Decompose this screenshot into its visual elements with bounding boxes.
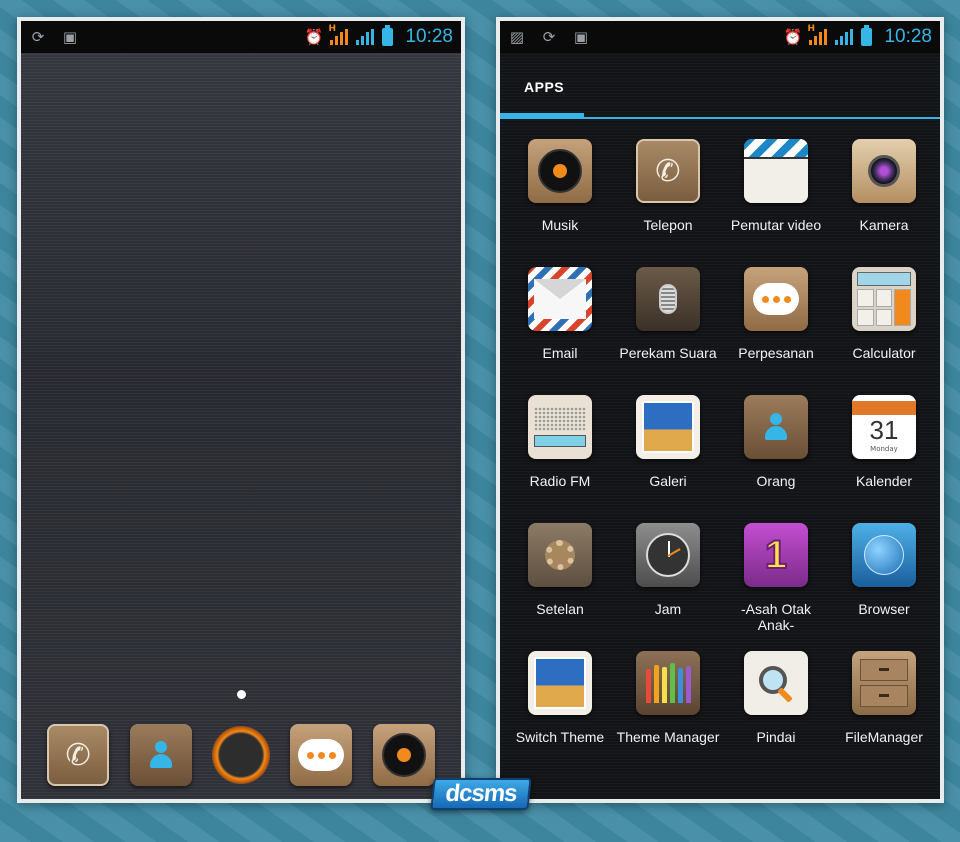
signal-sim1-icon: H (328, 24, 349, 45)
app-pemutar-video[interactable]: Pemutar video (722, 139, 830, 267)
calendar-day-number: 31 (869, 415, 899, 445)
app-label: Browser (858, 601, 910, 617)
phone-icon: ✆ (636, 139, 700, 203)
sync-icon: ⟳ (31, 28, 45, 46)
calculator-icon (852, 267, 916, 331)
app-radio-fm[interactable]: Radio FM (506, 395, 614, 523)
home-screen-phone: ⟳ ▣ ⏰ H 10:28 ✆ (17, 17, 465, 803)
status-clock: 10:28 (405, 26, 453, 47)
signal-sim2-icon (356, 29, 375, 45)
app-label: Radio FM (529, 473, 591, 489)
contacts-icon (744, 395, 808, 459)
app-label: -Asah Otak Anak- (740, 601, 812, 633)
app-label: Orang (756, 473, 796, 489)
app-calculator[interactable]: Calculator (830, 267, 938, 395)
messaging-icon (744, 267, 808, 331)
app-jam[interactable]: Jam (614, 523, 722, 651)
clock-icon (636, 523, 700, 587)
app-grid: Musik ✆ Telepon Pemutar video Kamera Ema… (506, 139, 938, 779)
settings-icon (528, 523, 592, 587)
app-kalender[interactable]: 31 Monday Kalender (830, 395, 938, 523)
app-label: Theme Manager (616, 729, 720, 745)
blackberry-messenger-icon: ▣ (62, 28, 78, 46)
theme-manager-icon (636, 651, 700, 715)
music-icon (528, 139, 592, 203)
switch-theme-icon (528, 651, 592, 715)
camera-icon (852, 139, 916, 203)
app-setelan[interactable]: Setelan (506, 523, 614, 651)
dock-phone-icon[interactable]: ✆ (47, 724, 110, 786)
app-label: Pindai (756, 729, 796, 745)
app-label: Jam (654, 601, 682, 617)
gallery-icon (636, 395, 700, 459)
signal-sim1-icon: H (807, 24, 828, 45)
status-bar: ▨ ⟳ ▣ ⏰ H 10:28 (500, 21, 940, 53)
dcsms-watermark-logo: dcsms (430, 778, 532, 810)
blackberry-messenger-icon: ▣ (573, 28, 589, 46)
network-type-label: H (807, 24, 815, 34)
app-asah-otak-anak[interactable]: 1 -Asah Otak Anak- (722, 523, 830, 651)
app-label: FileManager (845, 729, 923, 745)
app-kamera[interactable]: Kamera (830, 139, 938, 267)
scan-icon (744, 651, 808, 715)
video-player-icon (744, 139, 808, 203)
app-galeri[interactable]: Galeri (614, 395, 722, 523)
app-label: Galeri (649, 473, 687, 489)
app-label: Musik (541, 217, 579, 233)
app-email[interactable]: Email (506, 267, 614, 395)
page-indicator-dot (237, 690, 246, 699)
battery-icon (382, 25, 394, 46)
status-clock: 10:28 (884, 26, 932, 47)
app-label: Perekam Suara (619, 345, 717, 361)
kids-game-icon: 1 (744, 523, 808, 587)
app-drawer-phone: ▨ ⟳ ▣ ⏰ H 10:28 APPS Musik ✆ Telepon Pem… (496, 17, 944, 803)
drawer-tab-bar: APPS (500, 53, 940, 119)
status-bar: ⟳ ▣ ⏰ H 10:28 (21, 21, 461, 53)
dock-music-icon[interactable] (372, 724, 435, 786)
app-label: Kamera (859, 217, 909, 233)
sync-icon: ⟳ (542, 28, 556, 46)
app-label: Pemutar video (730, 217, 822, 233)
app-label: Setelan (536, 601, 584, 617)
app-label: Email (542, 345, 578, 361)
app-drawer-screen: ▨ ⟳ ▣ ⏰ H 10:28 APPS Musik ✆ Telepon Pem… (500, 21, 940, 799)
app-label: Kalender (855, 473, 913, 489)
alarm-icon: ⏰ (304, 28, 324, 46)
signal-sim2-icon (835, 29, 854, 45)
alarm-icon: ⏰ (783, 28, 803, 46)
calendar-icon: 31 Monday (852, 395, 916, 459)
network-type-label: H (328, 24, 336, 34)
app-browser[interactable]: Browser (830, 523, 938, 651)
tab-apps[interactable]: APPS (524, 79, 564, 95)
battery-icon (861, 25, 873, 46)
app-switch-theme[interactable]: Switch Theme (506, 651, 614, 779)
voice-recorder-icon (636, 267, 700, 331)
file-manager-icon (852, 651, 916, 715)
app-theme-manager[interactable]: Theme Manager (614, 651, 722, 779)
app-pindai[interactable]: Pindai (722, 651, 830, 779)
app-filemanager[interactable]: FileManager (830, 651, 938, 779)
app-drawer-launcher-icon[interactable] (211, 726, 270, 784)
app-perekam-suara[interactable]: Perekam Suara (614, 267, 722, 395)
app-orang[interactable]: Orang (722, 395, 830, 523)
app-label: Calculator (852, 345, 916, 361)
app-label: Telepon (643, 217, 693, 233)
email-icon (528, 267, 592, 331)
app-label: Switch Theme (515, 729, 605, 745)
gallery-notification-icon: ▨ (509, 28, 525, 46)
radio-icon (528, 395, 592, 459)
tab-active-indicator (500, 113, 584, 119)
dock-messaging-icon[interactable] (290, 724, 353, 786)
browser-icon (852, 523, 916, 587)
app-musik[interactable]: Musik (506, 139, 614, 267)
app-perpesanan[interactable]: Perpesanan (722, 267, 830, 395)
app-telepon[interactable]: ✆ Telepon (614, 139, 722, 267)
home-dock: ✆ (21, 721, 461, 789)
app-label: Perpesanan (738, 345, 814, 361)
dock-contacts-icon[interactable] (129, 724, 192, 786)
calendar-day-name: Monday (870, 445, 898, 453)
home-screen: ⟳ ▣ ⏰ H 10:28 ✆ (21, 21, 461, 799)
